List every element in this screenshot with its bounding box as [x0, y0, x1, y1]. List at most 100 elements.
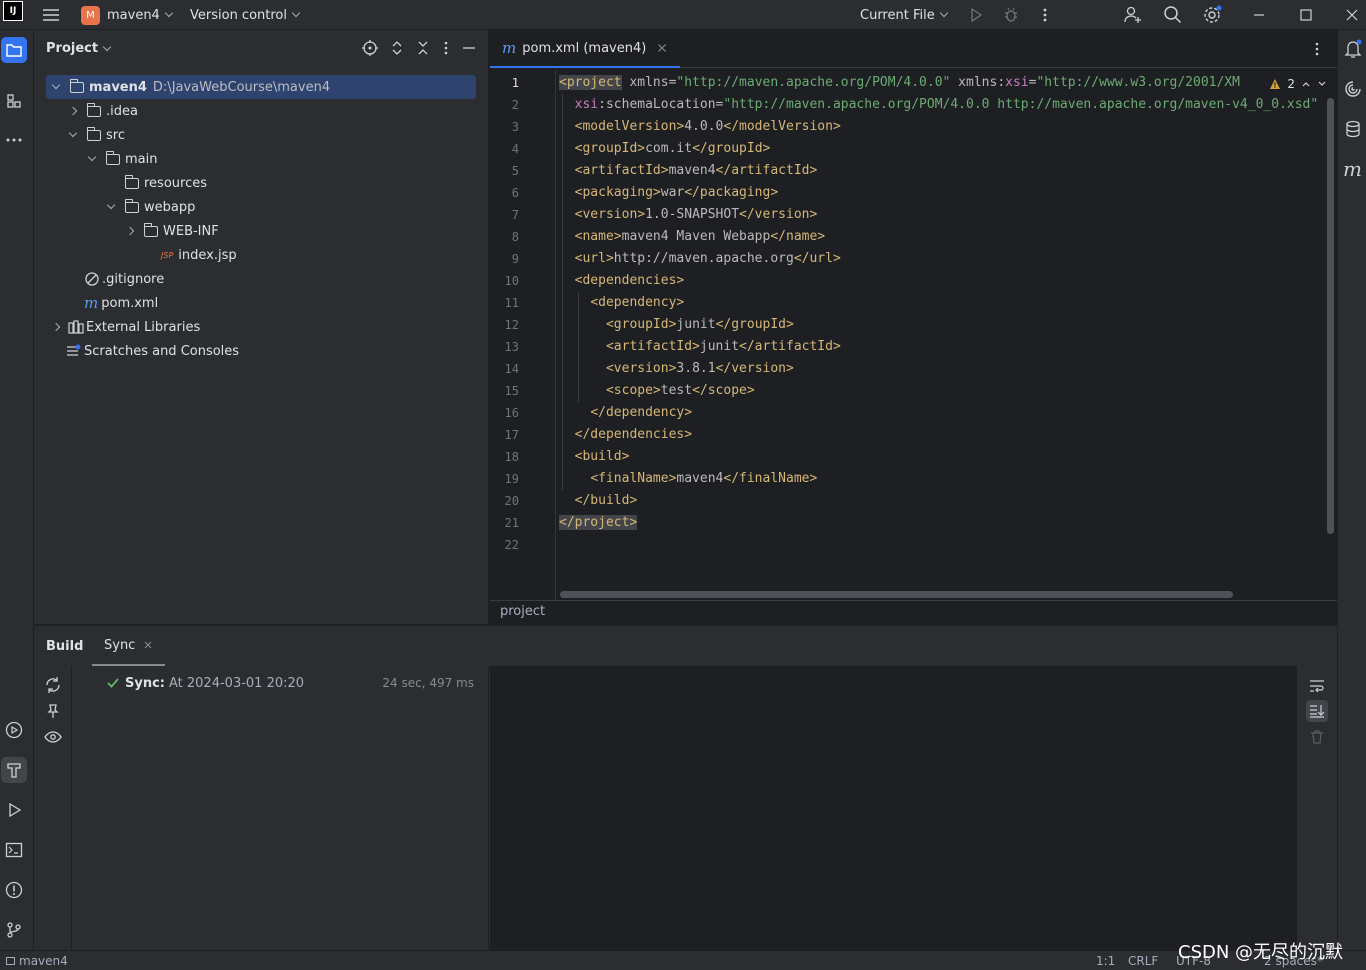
structure-tool-button[interactable]: [1, 88, 27, 114]
settings-button[interactable]: [1202, 0, 1222, 30]
scroll-to-end-button[interactable]: [1306, 700, 1328, 722]
tree-item-external-libraries[interactable]: External Libraries: [46, 315, 200, 339]
checkmark-icon: [107, 678, 119, 688]
hide-panel-icon[interactable]: [462, 40, 476, 56]
tree-item-webapp[interactable]: webapp: [103, 195, 195, 219]
project-view-selector[interactable]: Project: [46, 41, 112, 56]
build-tool-button[interactable]: [1, 757, 27, 783]
console-toolbar: [1297, 666, 1337, 951]
code-token: </name>: [770, 229, 826, 244]
run-button[interactable]: [968, 0, 984, 30]
chevron-down-icon[interactable]: [1317, 79, 1327, 89]
tab-build[interactable]: Build: [46, 626, 83, 666]
problems-tool-button[interactable]: [1, 877, 27, 903]
maven-tool-button[interactable]: m: [1343, 157, 1362, 181]
tab-sync[interactable]: Sync: [92, 626, 166, 666]
more-actions-button[interactable]: [1040, 0, 1050, 30]
breadcrumb[interactable]: project: [490, 600, 1337, 624]
tree-item-main[interactable]: main: [84, 147, 157, 171]
services-tool-button[interactable]: [1, 717, 27, 743]
code-editor[interactable]: <project xmlns="http://maven.apache.org/…: [559, 70, 1327, 600]
project-tool-button[interactable]: [1, 37, 27, 63]
code-token: <name>: [574, 229, 622, 244]
code-token: http://maven.apache.org: [613, 251, 794, 266]
collapse-all-icon[interactable]: [416, 40, 430, 56]
status-project[interactable]: maven4: [6, 954, 68, 968]
code-token: :schemaLocation=: [598, 97, 724, 112]
debug-button[interactable]: [1003, 0, 1019, 30]
tree-item-gitignore[interactable]: .gitignore: [84, 267, 164, 291]
code-with-me-button[interactable]: [1123, 0, 1143, 30]
code-token: <version>: [605, 361, 677, 376]
ai-assistant-button[interactable]: [1344, 80, 1362, 102]
code-token: xmlns=: [621, 75, 677, 90]
close-window-button[interactable]: [1345, 0, 1359, 30]
more-tool-windows-button[interactable]: [1, 127, 27, 153]
tree-item-idea[interactable]: .idea: [65, 99, 138, 123]
tab-pom-xml[interactable]: m pom.xml (maven4): [490, 30, 681, 68]
git-tool-button[interactable]: [1, 917, 27, 943]
tree-item-pom-xml[interactable]: m pom.xml: [84, 291, 158, 315]
code-token: <dependencies>: [574, 273, 685, 288]
left-tool-strip: [0, 30, 34, 950]
tree-item-index-jsp[interactable]: JSP index.jsp: [141, 243, 237, 267]
tree-item-resources[interactable]: resources: [103, 171, 207, 195]
tree-item-scratches[interactable]: Scratches and Consoles: [66, 339, 239, 363]
line-number: 1: [511, 76, 519, 90]
tab-label: pom.xml (maven4): [522, 40, 647, 56]
expand-all-icon[interactable]: [390, 40, 404, 56]
maximize-button[interactable]: [1299, 0, 1313, 30]
notifications-button[interactable]: [1344, 39, 1362, 63]
tree-item-maven4[interactable]: maven4 D:\JavaWebCourse\maven4: [46, 75, 476, 99]
locate-icon[interactable]: [362, 40, 378, 56]
more-vertical-icon[interactable]: [442, 40, 450, 56]
database-button[interactable]: [1344, 120, 1362, 142]
minimize-button[interactable]: [1252, 0, 1266, 30]
main-menu-button[interactable]: [42, 0, 60, 30]
tree-item-label: pom.xml: [101, 295, 159, 311]
horizontal-scrollbar[interactable]: [560, 591, 1233, 598]
tree-item-label: maven4: [89, 79, 147, 95]
vcs-widget[interactable]: Version control: [190, 0, 301, 30]
tree-item-src[interactable]: src: [65, 123, 125, 147]
close-tab-icon[interactable]: [143, 640, 153, 650]
search-everywhere-button[interactable]: [1163, 0, 1183, 30]
caret-position[interactable]: 1:1: [1096, 954, 1115, 968]
run-tool-button[interactable]: [1, 797, 27, 823]
terminal-tool-button[interactable]: [1, 837, 27, 863]
code-token: </dependency>: [590, 405, 693, 420]
code-token: </scope>: [692, 383, 755, 398]
more-horizontal-icon: [6, 138, 22, 142]
sync-result-row[interactable]: Sync: At 2024-03-01 20:20 24 sec, 497 ms: [73, 672, 488, 694]
resources-folder-icon: [125, 174, 139, 189]
line-separator[interactable]: CRLF: [1128, 954, 1158, 968]
code-line: <build>: [559, 446, 630, 468]
project-switcher[interactable]: M maven4: [81, 0, 174, 30]
more-vertical-icon[interactable]: [1313, 41, 1321, 57]
chevron-up-icon[interactable]: [1301, 79, 1311, 89]
build-console[interactable]: [490, 666, 1297, 951]
code-line: <dependencies>: [559, 270, 685, 292]
hamburger-icon: [43, 9, 59, 21]
tree-item-web-inf[interactable]: WEB-INF: [122, 219, 219, 243]
code-token: </project>: [559, 515, 638, 530]
search-icon: [1164, 6, 1182, 24]
code-token: com.it: [645, 141, 693, 156]
trash-icon[interactable]: [1309, 729, 1325, 745]
project-panel: Project maven4 D:\JavaWebCourse\maven4 .…: [34, 30, 489, 624]
title-bar: IJ M maven4 Version control Current File: [0, 0, 1366, 30]
eye-icon[interactable]: [44, 730, 62, 744]
sync-icon[interactable]: [44, 676, 62, 694]
inspection-widget[interactable]: 2: [1263, 74, 1327, 94]
soft-wrap-icon[interactable]: [1309, 678, 1325, 694]
close-tab-icon[interactable]: [656, 42, 668, 54]
pin-icon[interactable]: [45, 703, 61, 719]
run-config-selector[interactable]: Current File: [860, 0, 948, 30]
breadcrumb-item[interactable]: project: [500, 604, 545, 619]
chevron-right-icon: [68, 106, 78, 116]
code-line: <version>3.8.1</version>: [559, 358, 794, 380]
vertical-scrollbar[interactable]: [1327, 98, 1334, 534]
